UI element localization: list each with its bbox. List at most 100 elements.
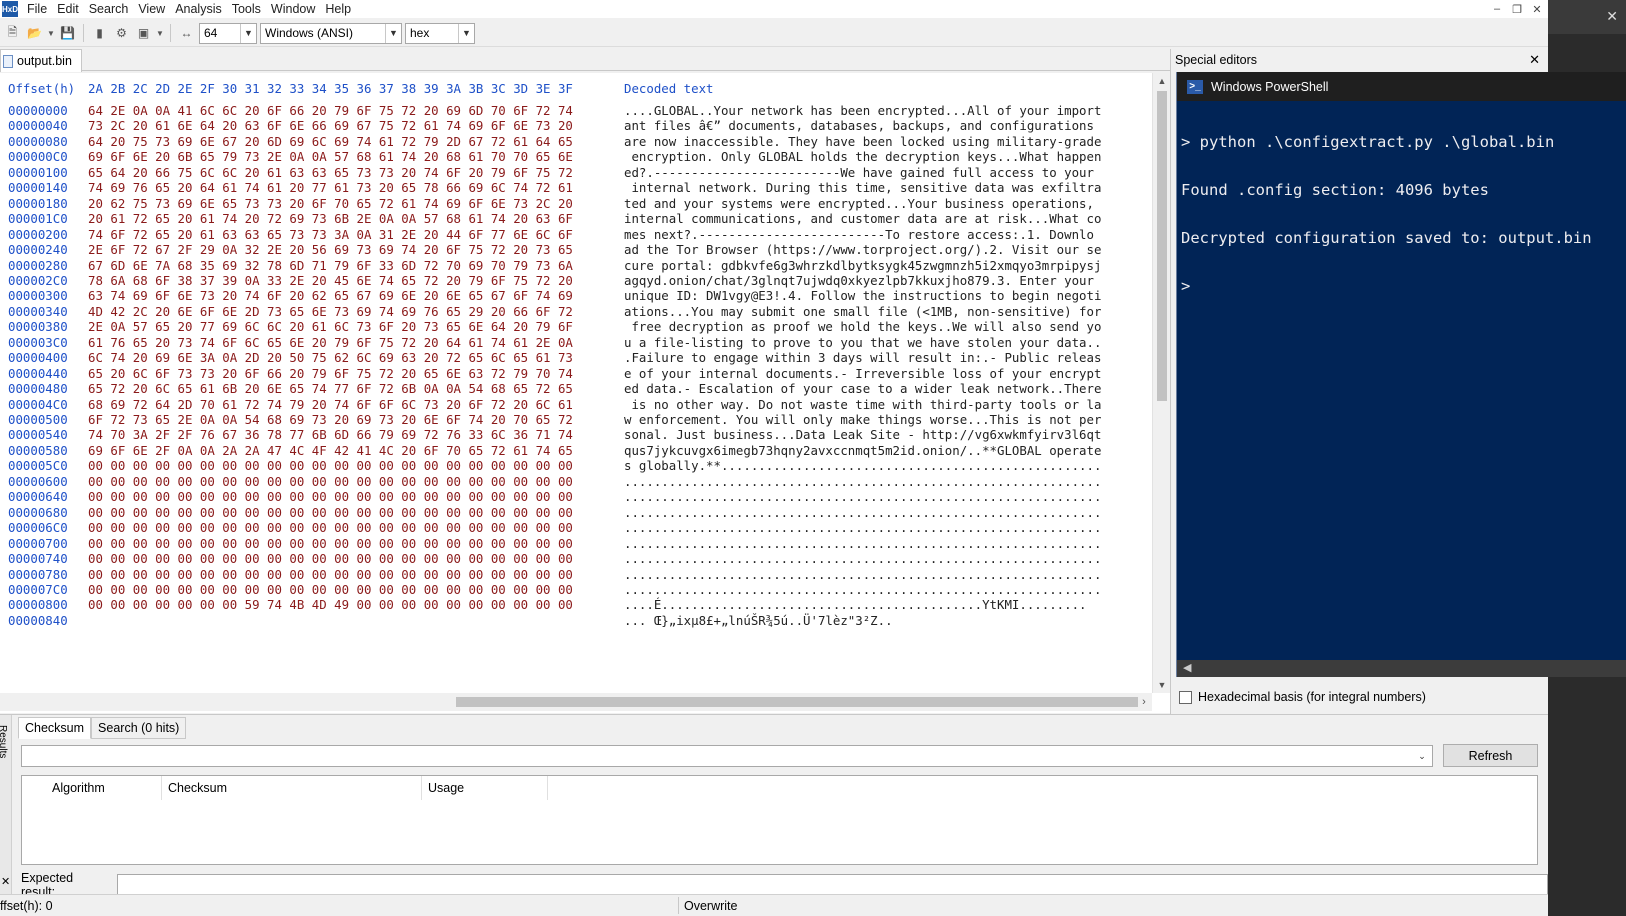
powershell-window[interactable]: >_ Windows PowerShell > python .\confige… bbox=[1176, 72, 1626, 677]
row-decoded-text[interactable]: ........................................… bbox=[624, 474, 1101, 490]
scroll-down-icon[interactable]: ▼ bbox=[1153, 677, 1171, 693]
row-bytes[interactable]: 00 00 00 00 00 00 00 00 00 00 00 00 00 0… bbox=[88, 520, 573, 536]
image-icon[interactable]: ▣ bbox=[134, 24, 153, 43]
row-decoded-text[interactable]: free decryption as proof we hold the key… bbox=[624, 319, 1101, 335]
tab-output-bin[interactable]: output.bin bbox=[0, 49, 82, 72]
row-bytes[interactable]: 73 2C 20 61 6E 64 20 63 6F 6E 66 69 67 7… bbox=[88, 118, 573, 134]
row-decoded-text[interactable]: mes next?.-------------------------To re… bbox=[624, 227, 1094, 243]
offset-base-select[interactable]: hex ▼ bbox=[405, 22, 475, 44]
row-decoded-text[interactable]: ........................................… bbox=[624, 551, 1101, 567]
column-checksum[interactable]: Checksum bbox=[162, 776, 422, 800]
row-bytes[interactable]: 69 6F 6E 2F 0A 0A 2A 2A 47 4C 4F 42 41 4… bbox=[88, 443, 573, 459]
row-decoded-text[interactable]: ted and your systems were encrypted...Yo… bbox=[624, 196, 1094, 212]
row-decoded-text[interactable]: ........................................… bbox=[624, 582, 1101, 598]
row-decoded-text[interactable]: e of your internal documents.- Irreversi… bbox=[624, 366, 1101, 382]
algorithm-select[interactable]: ⌄ bbox=[21, 745, 1433, 767]
row-bytes[interactable]: 65 72 20 6C 65 61 6B 20 6E 65 74 77 6F 7… bbox=[88, 381, 573, 397]
tab-search[interactable]: Search (0 hits) bbox=[91, 717, 187, 739]
refresh-button[interactable]: Refresh bbox=[1443, 744, 1538, 767]
row-bytes[interactable]: 63 74 69 6F 6E 73 20 74 6F 20 62 65 67 6… bbox=[88, 288, 573, 304]
row-decoded-text[interactable]: ad the Tor Browser (https://www.torproje… bbox=[624, 242, 1101, 258]
row-decoded-text[interactable]: ....GLOBAL..Your network has been encryp… bbox=[624, 103, 1101, 119]
row-decoded-text[interactable]: u a file-listing to prove to you that we… bbox=[624, 335, 1101, 351]
row-decoded-text[interactable]: .Failure to engage within 3 days will re… bbox=[624, 350, 1101, 366]
hex-content[interactable]: Offset(h) 2A 2B 2C 2D 2E 2F 30 31 32 33 … bbox=[0, 73, 1152, 693]
tab-checksum[interactable]: Checksum bbox=[18, 717, 92, 739]
row-decoded-text[interactable]: encryption. Only GLOBAL holds the decryp… bbox=[624, 149, 1101, 165]
dropdown-arrow-icon[interactable]: ▼ bbox=[156, 24, 164, 43]
row-bytes[interactable]: 74 6F 72 65 20 61 63 63 65 73 73 3A 0A 3… bbox=[88, 227, 573, 243]
minimize-icon[interactable]: – bbox=[1490, 2, 1504, 16]
scroll-thumb[interactable] bbox=[456, 697, 1138, 707]
row-decoded-text[interactable]: agqyd.onion/chat/3glnqt7ujwdq0xkyezlpb7k… bbox=[624, 273, 1094, 289]
save-icon[interactable]: 💾 bbox=[58, 24, 77, 43]
row-bytes[interactable]: 00 00 00 00 00 00 00 00 00 00 00 00 00 0… bbox=[88, 567, 573, 583]
row-bytes[interactable]: 2E 6F 72 67 2F 29 0A 32 2E 20 56 69 73 6… bbox=[88, 242, 573, 258]
row-decoded-text[interactable]: s globally.**...........................… bbox=[624, 458, 1101, 474]
row-decoded-text[interactable]: internal network. During this time, sens… bbox=[624, 180, 1101, 196]
row-bytes[interactable]: 00 00 00 00 00 00 00 00 00 00 00 00 00 0… bbox=[88, 489, 573, 505]
powershell-titlebar[interactable]: >_ Windows PowerShell bbox=[1177, 72, 1626, 101]
menu-view[interactable]: View bbox=[133, 0, 170, 18]
horizontal-scrollbar[interactable]: › bbox=[0, 693, 1152, 711]
row-decoded-text[interactable]: ed?.-------------------------We have gai… bbox=[624, 165, 1094, 181]
close-icon[interactable]: ✕ bbox=[1529, 52, 1540, 68]
row-bytes[interactable]: 00 00 00 00 00 00 00 00 00 00 00 00 00 0… bbox=[88, 536, 573, 552]
menu-tools[interactable]: Tools bbox=[227, 0, 266, 18]
row-decoded-text[interactable]: ........................................… bbox=[624, 505, 1101, 521]
row-decoded-text[interactable]: ....É...................................… bbox=[624, 597, 1087, 613]
row-bytes[interactable]: 65 20 6C 6F 73 73 20 6F 66 20 79 6F 75 7… bbox=[88, 366, 573, 382]
row-decoded-text[interactable]: ... Œ}„ixµ8£+„lnúŠR¾5ú..Ü'7lèz"3²Z.. bbox=[624, 613, 893, 629]
row-decoded-text[interactable]: is no other way. Do not waste time with … bbox=[624, 397, 1101, 413]
restore-icon[interactable]: ❐ bbox=[1510, 2, 1524, 16]
row-bytes[interactable]: 6F 72 73 65 2E 0A 0A 54 68 69 73 20 69 7… bbox=[88, 412, 573, 428]
close-icon[interactable]: ✕ bbox=[1606, 8, 1618, 25]
scroll-up-icon[interactable]: ▲ bbox=[1153, 73, 1171, 89]
row-bytes[interactable]: 64 20 75 73 69 6E 67 20 6D 69 6C 69 74 6… bbox=[88, 134, 573, 150]
row-decoded-text[interactable]: ........................................… bbox=[624, 520, 1101, 536]
row-bytes[interactable]: 74 70 3A 2F 2F 76 67 36 78 77 6B 6D 66 7… bbox=[88, 427, 573, 443]
row-decoded-text[interactable]: are now inaccessible. They have been loc… bbox=[624, 134, 1101, 150]
row-bytes[interactable]: 2E 0A 57 65 20 77 69 6C 6C 20 61 6C 73 6… bbox=[88, 319, 573, 335]
row-decoded-text[interactable]: sonal. Just business...Data Leak Site - … bbox=[624, 427, 1101, 443]
column-usage[interactable]: Usage bbox=[422, 776, 548, 800]
menu-analysis[interactable]: Analysis bbox=[170, 0, 227, 18]
row-bytes[interactable]: 20 61 72 65 20 61 74 20 72 69 73 6B 2E 0… bbox=[88, 211, 573, 227]
scroll-left-icon[interactable]: ◀ bbox=[1183, 660, 1191, 677]
expected-result-input[interactable] bbox=[116, 874, 1548, 896]
powershell-console[interactable]: > python .\configextract.py .\global.bin… bbox=[1181, 102, 1625, 326]
vertical-scrollbar[interactable]: ▲ ▼ bbox=[1152, 73, 1170, 693]
row-bytes[interactable]: 20 62 75 73 69 6E 65 73 73 20 6F 70 65 7… bbox=[88, 196, 573, 212]
row-bytes[interactable]: 6C 74 20 69 6E 3A 0A 2D 20 50 75 62 6C 6… bbox=[88, 350, 573, 366]
checkbox-box[interactable] bbox=[1179, 690, 1192, 704]
checksum-table[interactable]: Algorithm Checksum Usage bbox=[21, 775, 1538, 865]
row-decoded-text[interactable]: w enforcement. You will only make things… bbox=[624, 412, 1101, 428]
row-decoded-text[interactable]: ........................................… bbox=[624, 536, 1101, 552]
row-bytes[interactable]: 00 00 00 00 00 00 00 00 00 00 00 00 00 0… bbox=[88, 551, 573, 567]
open-file-icon[interactable]: 📂 bbox=[25, 24, 44, 43]
row-bytes[interactable]: 00 00 00 00 00 00 00 00 00 00 00 00 00 0… bbox=[88, 458, 573, 474]
row-decoded-text[interactable]: ........................................… bbox=[624, 489, 1101, 505]
row-bytes[interactable]: 64 2E 0A 0A 41 6C 6C 20 6F 66 20 79 6F 7… bbox=[88, 103, 573, 119]
row-bytes[interactable]: 00 00 00 00 00 00 00 59 74 4B 4D 49 00 0… bbox=[88, 597, 573, 613]
row-decoded-text[interactable]: qus7jykcuvgx6imegb73hqny2avxccnmqt5m2id.… bbox=[624, 443, 1101, 459]
results-side-tab[interactable]: Results ✕ bbox=[0, 715, 12, 895]
menu-search[interactable]: Search bbox=[84, 0, 134, 18]
row-bytes[interactable]: 68 69 72 64 2D 70 61 72 74 79 20 74 6F 6… bbox=[88, 397, 573, 413]
dropdown-arrow-icon[interactable]: ▼ bbox=[47, 24, 55, 43]
row-bytes[interactable]: 69 6F 6E 20 6B 65 79 73 2E 0A 0A 57 68 6… bbox=[88, 149, 573, 165]
close-icon[interactable]: ✕ bbox=[1530, 2, 1544, 16]
row-bytes[interactable]: 4D 42 2C 20 6E 6F 6E 2D 73 65 6E 73 69 7… bbox=[88, 304, 573, 320]
scroll-right-icon[interactable]: › bbox=[1136, 693, 1152, 711]
bytes-per-row-select[interactable]: 64 ▼ bbox=[199, 22, 257, 44]
close-icon[interactable]: ✕ bbox=[1, 875, 10, 888]
row-bytes[interactable]: 00 00 00 00 00 00 00 00 00 00 00 00 00 0… bbox=[88, 474, 573, 490]
menu-help[interactable]: Help bbox=[320, 0, 356, 18]
ram-icon[interactable]: ▮ bbox=[90, 24, 109, 43]
row-decoded-text[interactable]: ant files â€” documents, databases, back… bbox=[624, 118, 1094, 134]
hex-basis-checkbox[interactable]: Hexadecimal basis (for integral numbers) bbox=[1179, 690, 1426, 704]
powershell-scrollbar[interactable]: ◀ bbox=[1177, 660, 1626, 677]
row-decoded-text[interactable]: cure portal: gdbkvfe6g3whrzkdlbytksygk45… bbox=[624, 258, 1101, 274]
row-bytes[interactable]: 74 69 76 65 20 64 61 74 61 20 77 61 73 2… bbox=[88, 180, 573, 196]
row-decoded-text[interactable]: ........................................… bbox=[624, 567, 1101, 583]
